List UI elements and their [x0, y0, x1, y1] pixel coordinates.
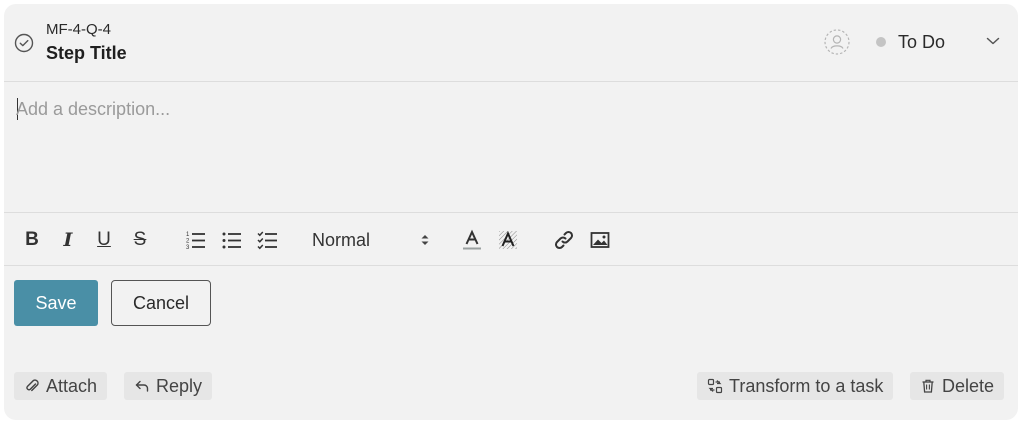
transform-icon	[707, 378, 723, 394]
step-id: MF-4-Q-4	[46, 21, 111, 38]
format-select-value: Normal	[312, 229, 371, 250]
text-format-select[interactable]: Normal	[312, 228, 432, 252]
formatting-toolbar: B I U S 1 2 3 Normal	[4, 214, 1018, 266]
assignee-avatar-icon[interactable]	[824, 29, 850, 55]
step-card: MF-4-Q-4 Step Title To Do B I U	[4, 4, 1018, 420]
reply-arrow-icon	[135, 380, 149, 392]
description-input[interactable]	[16, 95, 996, 123]
link-icon	[554, 230, 574, 250]
ordered-list-button[interactable]: 1 2 3	[184, 228, 208, 252]
status-dot	[876, 37, 886, 47]
save-button[interactable]: Save	[14, 280, 98, 326]
status-dropdown[interactable]: To Do	[876, 30, 1006, 54]
attach-label: Attach	[46, 375, 98, 396]
underline-button[interactable]: U	[92, 228, 116, 252]
trash-icon	[922, 379, 934, 393]
text-color-button[interactable]	[460, 228, 484, 252]
chevron-down-icon	[986, 37, 1000, 45]
insert-link-button[interactable]	[552, 228, 576, 252]
svg-text:2: 2	[186, 239, 190, 245]
insert-image-button[interactable]	[588, 228, 612, 252]
transform-label: Transform to a task	[729, 375, 884, 396]
status-label: To Do	[898, 31, 946, 52]
step-header: MF-4-Q-4 Step Title To Do	[4, 4, 1018, 82]
svg-text:3: 3	[186, 245, 190, 251]
strikethrough-icon: S	[133, 229, 147, 250]
reply-button[interactable]: Reply	[124, 372, 213, 400]
step-title[interactable]: Step Title	[46, 43, 127, 64]
cancel-button[interactable]: Cancel	[111, 280, 211, 326]
reply-label: Reply	[156, 375, 203, 396]
attach-button[interactable]: Attach	[14, 372, 108, 400]
transform-to-task-button[interactable]: Transform to a task	[697, 372, 894, 400]
highlight-icon	[499, 231, 517, 249]
description-area	[4, 83, 1018, 213]
select-arrows-icon	[421, 235, 429, 245]
image-icon	[590, 232, 610, 248]
italic-button[interactable]: I	[56, 228, 80, 252]
check-circle-icon[interactable]	[14, 33, 34, 53]
text-color-icon	[463, 229, 481, 250]
underline-icon: U	[97, 229, 111, 250]
delete-button[interactable]: Delete	[910, 372, 1005, 400]
checklist-button[interactable]	[256, 228, 280, 252]
delete-label: Delete	[942, 375, 995, 396]
checklist-icon	[257, 231, 277, 250]
bold-icon: B	[25, 229, 39, 250]
bullet-list-button[interactable]	[220, 228, 244, 252]
ordered-list-icon: 1 2 3	[186, 232, 205, 251]
bullet-list-icon	[222, 232, 241, 249]
svg-text:1: 1	[186, 232, 190, 238]
strikethrough-button[interactable]: S	[128, 228, 152, 252]
bold-button[interactable]: B	[20, 228, 44, 252]
italic-icon: I	[63, 229, 73, 251]
paperclip-icon	[26, 379, 39, 392]
highlight-button[interactable]	[496, 228, 520, 252]
